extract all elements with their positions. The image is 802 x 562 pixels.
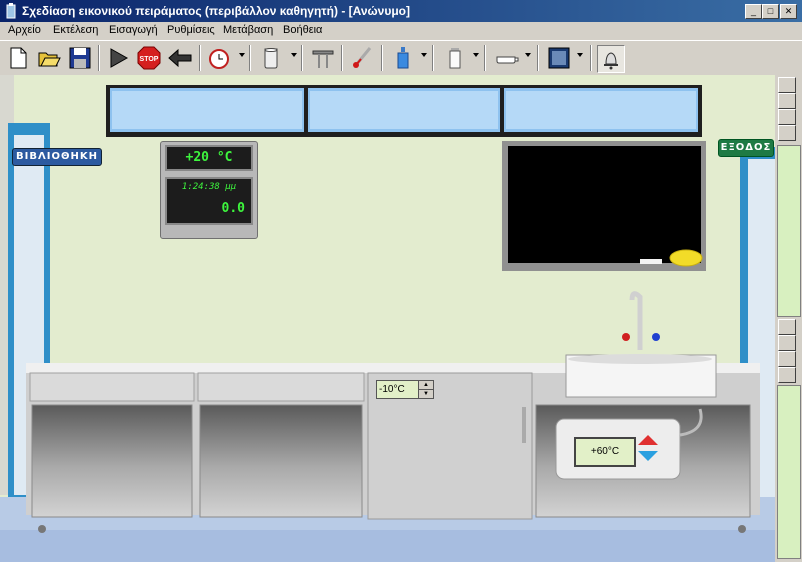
maximize-button[interactable]: □: [762, 4, 779, 19]
play-icon[interactable]: [105, 45, 131, 71]
toolbar-separator: [249, 45, 251, 71]
panel-save-button[interactable]: [778, 367, 796, 383]
menu-settings[interactable]: Ρυθμίσεις: [167, 24, 215, 36]
alarm-clock-icon[interactable]: [206, 45, 232, 71]
app-icon: [6, 3, 16, 19]
stop-sign-text: STOP: [140, 56, 159, 63]
toolbar-separator: [484, 45, 486, 71]
toolbar-separator: [341, 45, 343, 71]
save-disk-icon[interactable]: [67, 45, 93, 71]
heater-adjust-arrows-icon[interactable]: [636, 433, 660, 463]
minimize-button[interactable]: _: [745, 4, 762, 19]
back-arrow-icon[interactable]: [167, 45, 193, 71]
clock-panel: +20 °C 1:24:38 μμ 0.0: [160, 141, 258, 239]
side-panel: [775, 75, 802, 562]
window-title: Σχεδίαση εικονικού πειράματος (περιβάλλο…: [22, 4, 410, 18]
room-temperature-display: +20 °C: [165, 145, 253, 171]
dish-icon[interactable]: [494, 45, 520, 71]
bottle-icon[interactable]: [390, 45, 416, 71]
clock-time: 1:24:38 μμ: [181, 182, 237, 192]
close-button[interactable]: ✕: [780, 4, 797, 19]
panel-list-bottom: [777, 385, 801, 559]
panel-minimize-button[interactable]: [778, 351, 796, 367]
timer-value: 0.0: [221, 201, 245, 216]
toolbar-separator: [537, 45, 539, 71]
toolbar: STOP: [0, 40, 802, 76]
menu-run[interactable]: Εκτέλεση: [53, 24, 98, 36]
beaker-icon[interactable]: [258, 45, 284, 71]
picture-icon[interactable]: [546, 45, 572, 71]
toolbar-separator: [98, 45, 100, 71]
menu-bar: Αρχείο Εκτέλεση Εισαγωγή Ρυθμίσεις Μετάβ…: [0, 22, 802, 40]
menu-file[interactable]: Αρχείο: [8, 24, 41, 36]
thermometer-icon[interactable]: [350, 45, 376, 71]
lab-scene: ΒΙΒΛΙΟΘΗΚΗ ΕΞΟΔΟΣ +20 °C 1:24:38 μμ 0.0 …: [0, 75, 775, 562]
toolbar-separator: [590, 45, 592, 71]
sponge: [669, 249, 703, 267]
panel-list-top: [777, 145, 801, 317]
panel-restore-button[interactable]: [778, 319, 796, 335]
picture-dropdown-icon[interactable]: [577, 53, 583, 57]
jar-dropdown-icon[interactable]: [473, 53, 479, 57]
jar-icon[interactable]: [442, 45, 468, 71]
fridge-temperature-field[interactable]: -10°C: [376, 380, 420, 399]
exit-sign[interactable]: ΕΞΟΔΟΣ: [718, 139, 774, 157]
lab-background: [0, 75, 775, 562]
timer-display: 1:24:38 μμ 0.0: [165, 177, 253, 225]
panel-save-button[interactable]: [778, 125, 796, 141]
menu-insert[interactable]: Εισαγωγή: [109, 24, 158, 36]
heater-temperature-display: +60°C: [574, 437, 636, 467]
stand-icon[interactable]: [310, 45, 336, 71]
panel-maximize-button[interactable]: [778, 93, 796, 109]
beaker-dropdown-icon[interactable]: [291, 53, 297, 57]
toolbar-separator: [199, 45, 201, 71]
open-folder-icon[interactable]: [36, 45, 62, 71]
menu-navigate[interactable]: Μετάβαση: [223, 24, 273, 36]
toolbar-separator: [301, 45, 303, 71]
toolbar-separator: [381, 45, 383, 71]
fridge-temp-down-button[interactable]: ▼: [418, 389, 434, 399]
library-sign[interactable]: ΒΙΒΛΙΟΘΗΚΗ: [12, 148, 102, 166]
bottle-dropdown-icon[interactable]: [421, 53, 427, 57]
title-bar: Σχεδίαση εικονικού πειράματος (περιβάλλο…: [0, 0, 802, 22]
panel-restore-button[interactable]: [778, 77, 796, 93]
stop-sign-icon[interactable]: STOP: [136, 45, 162, 71]
toolbar-separator: [432, 45, 434, 71]
bell-icon[interactable]: [597, 45, 625, 73]
panel-minimize-button[interactable]: [778, 109, 796, 125]
alarm-dropdown-icon[interactable]: [239, 53, 245, 57]
dish-dropdown-icon[interactable]: [525, 53, 531, 57]
menu-help[interactable]: Βοήθεια: [283, 24, 322, 36]
panel-maximize-button[interactable]: [778, 335, 796, 351]
new-file-icon[interactable]: [5, 45, 31, 71]
